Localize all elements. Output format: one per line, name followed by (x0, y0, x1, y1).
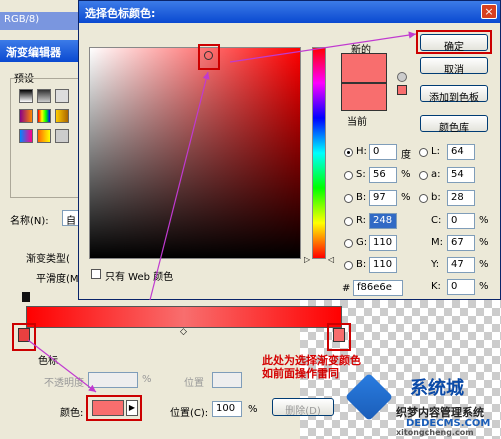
watermark-line1: 系统城 (410, 378, 464, 399)
arrow-to-ok (229, 31, 417, 63)
arrow-to-swatch (27, 339, 97, 393)
arrow-to-cursor (149, 71, 210, 301)
watermark-line4: xitongcheng.com (396, 428, 474, 437)
